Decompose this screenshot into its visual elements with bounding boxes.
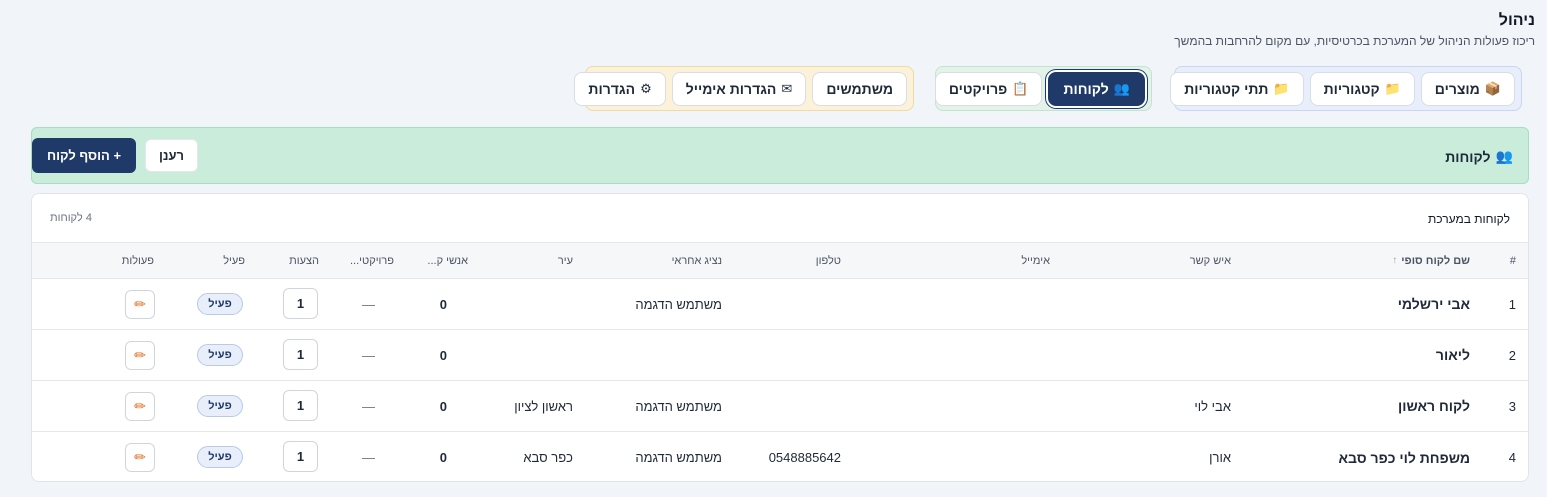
- status-badge: פעיל: [197, 293, 243, 315]
- contacts-count: 0: [439, 398, 447, 414]
- table-row[interactable]: 3 לקוח ראשון אבי לוי משתמש הדגמה ראשון ל…: [32, 381, 1528, 432]
- folder-icon: 📁: [1384, 80, 1401, 96]
- pencil-icon: ✏: [134, 449, 146, 465]
- page-subtitle: ריכוז פעולות הניהול של המערכת בכרטיסיות,…: [1174, 34, 1535, 48]
- col-header-rep[interactable]: נציג אחראי: [672, 243, 722, 278]
- table-header: # שם לקוח סופי ↑ איש קשר אימייל טלפון נצ…: [32, 242, 1528, 279]
- pencil-icon: ✏: [134, 398, 146, 414]
- quotes-count[interactable]: 1: [283, 339, 318, 370]
- col-header-active[interactable]: פעיל: [223, 243, 245, 278]
- refresh-button[interactable]: רענן: [145, 139, 198, 172]
- account-rep: משתמש הדגמה: [635, 296, 722, 312]
- city: ראשון לציון: [514, 398, 573, 414]
- city: כפר סבא: [523, 450, 573, 465]
- contacts-count: 0: [439, 347, 447, 363]
- tab-products[interactable]: 📦 מוצרים: [1420, 71, 1515, 106]
- nav-group-catalog: 📦 מוצרים 📁 קטגוריות 📁 תתי קטגוריות: [1170, 66, 1522, 111]
- col-header-contact[interactable]: איש קשר: [1190, 243, 1231, 278]
- tab-categories-label: קטגוריות: [1323, 80, 1380, 97]
- status-badge: פעיל: [197, 446, 243, 468]
- account-rep: משתמש הדגמה: [635, 450, 722, 465]
- quotes-count[interactable]: 1: [283, 390, 318, 421]
- section-title: 👥 לקוחות: [1445, 148, 1513, 165]
- tab-settings[interactable]: ⚙ הגדרות: [574, 71, 666, 106]
- quotes-count[interactable]: 1: [283, 441, 318, 472]
- contacts-count: 0: [439, 296, 447, 312]
- col-header-city[interactable]: עיר: [558, 243, 573, 278]
- add-client-button[interactable]: + הוסף לקוח: [32, 138, 136, 173]
- edit-button[interactable]: ✏: [125, 443, 155, 472]
- tab-email-settings[interactable]: ✉ הגדרות אימייל: [671, 71, 807, 106]
- pencil-icon: ✏: [134, 296, 146, 312]
- projects-count: —: [362, 296, 375, 312]
- section-title-label: לקוחות: [1445, 148, 1491, 165]
- tab-settings-label: הגדרות: [588, 80, 636, 97]
- clipboard-icon: 📋: [1012, 80, 1029, 96]
- col-header-projects[interactable]: פרויקטי...: [350, 243, 394, 278]
- gear-icon: ⚙: [640, 80, 652, 96]
- users-icon: 👥: [1495, 148, 1513, 164]
- envelope-icon: ✉: [781, 80, 793, 96]
- contact-person: אורן: [1209, 450, 1231, 465]
- edit-button[interactable]: ✏: [125, 392, 155, 421]
- tab-subcategories-label: תתי קטגוריות: [1184, 80, 1269, 97]
- edit-button[interactable]: ✏: [125, 290, 155, 319]
- row-index: 4: [1508, 450, 1516, 465]
- users-icon: 👥: [1113, 80, 1130, 96]
- projects-count: —: [362, 347, 375, 363]
- tab-clients[interactable]: 👥 לקוחות: [1048, 71, 1145, 106]
- sort-arrow-icon: ↑: [1392, 255, 1398, 266]
- col-header-quotes[interactable]: הצעות: [289, 243, 319, 278]
- tab-projects-label: פרויקטים: [948, 80, 1008, 97]
- table-row[interactable]: 4 משפחת לוי כפר סבא אורן 0548885642 משתמ…: [32, 432, 1528, 481]
- page-header: ניהול ריכוז פעולות הניהול של המערכת בכרט…: [1174, 12, 1535, 48]
- client-name: אבי ירשלמי: [1397, 296, 1470, 312]
- col-header-name-label: שם לקוח סופי: [1401, 254, 1470, 267]
- col-header-index: #: [1509, 254, 1516, 267]
- tab-subcategories[interactable]: 📁 תתי קטגוריות: [1170, 71, 1304, 106]
- table-row[interactable]: 1 אבי ירשלמי משתמש הדגמה 0 — 1 פעיל ✏: [32, 279, 1528, 330]
- phone: 0548885642: [768, 450, 841, 465]
- projects-count: —: [362, 450, 375, 465]
- tab-categories[interactable]: 📁 קטגוריות: [1309, 71, 1415, 106]
- quotes-count[interactable]: 1: [283, 288, 318, 319]
- row-index: 2: [1508, 347, 1516, 363]
- projects-count: —: [362, 398, 375, 414]
- folder-icon: 📁: [1273, 80, 1290, 96]
- clients-table: # שם לקוח סופי ↑ איש קשר אימייל טלפון נצ…: [32, 242, 1528, 481]
- card-title: לקוחות במערכת: [1427, 212, 1510, 226]
- nav-group-clients: 👥 לקוחות 📋 פרויקטים: [934, 66, 1152, 111]
- nav-group-system: משתמשים ✉ הגדרות אימייל ⚙ הגדרות: [574, 66, 914, 111]
- tab-projects[interactable]: 📋 פרויקטים: [934, 71, 1043, 106]
- client-name: משפחת לוי כפר סבא: [1338, 449, 1471, 466]
- account-rep: משתמש הדגמה: [635, 398, 722, 414]
- col-header-name[interactable]: שם לקוח סופי ↑: [1392, 243, 1470, 278]
- tab-users-label: משתמשים: [826, 80, 893, 97]
- client-name: ליאור: [1435, 347, 1470, 363]
- clients-count: 4 לקוחות: [50, 212, 92, 224]
- col-header-email[interactable]: אימייל: [1021, 243, 1050, 278]
- client-name: לקוח ראשון: [1398, 398, 1470, 414]
- contacts-count: 0: [439, 450, 447, 465]
- tab-products-label: מוצרים: [1434, 80, 1480, 97]
- tab-email-settings-label: הגדרות אימייל: [685, 80, 777, 97]
- tab-clients-label: לקוחות: [1063, 80, 1109, 97]
- table-row[interactable]: 2 ליאור 0 — 1 פעיל ✏: [32, 330, 1528, 381]
- status-badge: פעיל: [197, 395, 243, 417]
- col-header-phone[interactable]: טלפון: [816, 243, 841, 278]
- edit-button[interactable]: ✏: [125, 341, 155, 370]
- col-header-contacts-count[interactable]: אנשי ק...: [427, 243, 468, 278]
- tab-users[interactable]: משתמשים: [812, 71, 907, 106]
- row-index: 3: [1508, 398, 1516, 414]
- row-index: 1: [1508, 296, 1516, 312]
- status-badge: פעיל: [197, 344, 243, 366]
- clients-card: לקוחות במערכת 4 לקוחות # שם לקוח סופי ↑ …: [31, 193, 1529, 482]
- page-title: ניהול: [1498, 12, 1535, 29]
- pencil-icon: ✏: [134, 347, 146, 363]
- section-banner: 👥 לקוחות + הוסף לקוח רענן: [31, 127, 1529, 184]
- contact-person: אבי לוי: [1194, 398, 1231, 414]
- package-icon: 📦: [1484, 80, 1501, 96]
- col-header-actions: פעולות: [121, 254, 154, 267]
